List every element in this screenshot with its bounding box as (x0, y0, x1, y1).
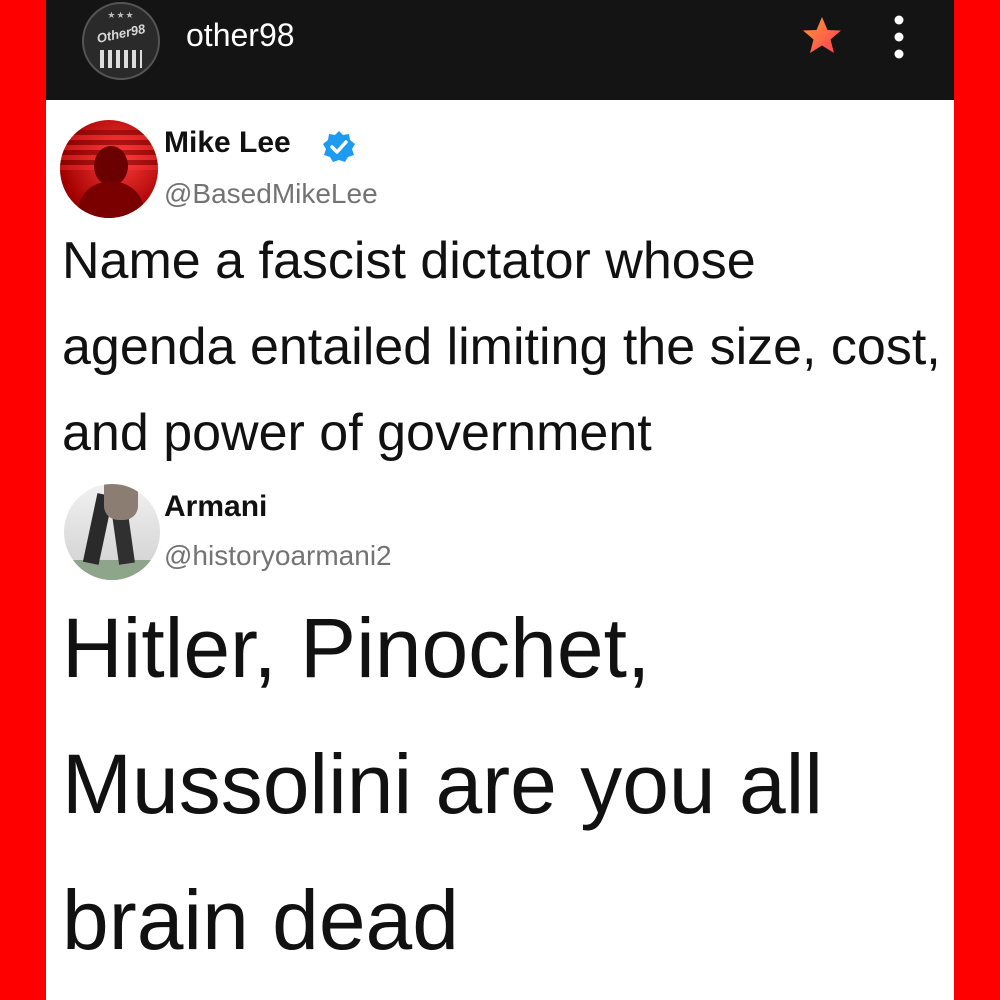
verified-badge-icon (323, 131, 355, 162)
avatar-ground (64, 560, 160, 580)
author-name[interactable]: Mike Lee (164, 126, 291, 160)
more-vertical-icon[interactable] (882, 12, 916, 62)
logo-stripes (100, 50, 142, 68)
post-card: ★★★ Other98 other98 Mike Lee @BasedMikeL… (46, 0, 954, 1000)
avatar-armani[interactable] (64, 484, 160, 580)
avatar-mike-lee[interactable] (60, 120, 158, 218)
author-name[interactable]: Armani (164, 490, 267, 524)
reply-text: Hitler, Pinochet, Mussolini are you all … (62, 601, 824, 967)
avatar-body (78, 182, 144, 218)
tweet-text: Name a fascist dictator whose agenda ent… (62, 232, 941, 462)
channel-name[interactable]: other98 (186, 17, 295, 54)
avatar-coat (104, 484, 138, 520)
star-icon[interactable] (800, 14, 844, 58)
other98-logo-icon[interactable]: ★★★ Other98 (82, 2, 160, 80)
author-handle[interactable]: @historyoarmani2 (164, 540, 392, 572)
top-bar: ★★★ Other98 other98 (46, 0, 954, 100)
avatar-head (94, 146, 128, 186)
logo-text: Other98 (95, 21, 147, 46)
author-handle[interactable]: @BasedMikeLee (164, 178, 378, 210)
